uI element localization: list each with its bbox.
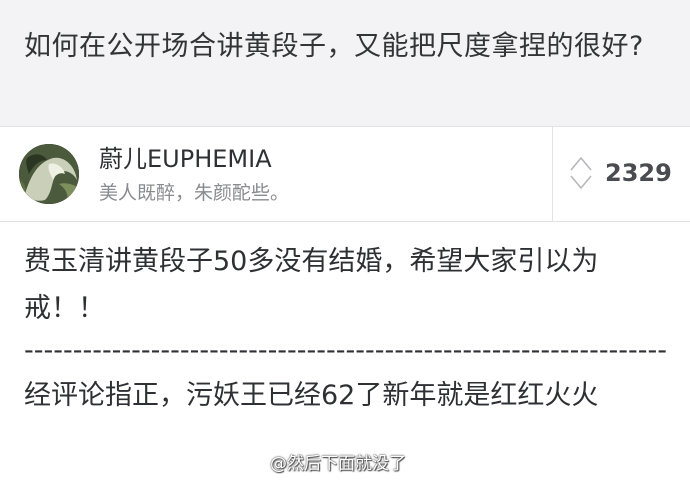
answer-paragraph-1: 费玉清讲黄段子50多没有结婚，希望大家引以为戒！！ [24, 246, 599, 324]
question-header[interactable]: 如何在公开场合讲黄段子，又能把尺度拿捏的很好? [0, 0, 690, 126]
up-down-arrow-icon [570, 157, 592, 189]
dashed-divider: ----------------------------------------… [24, 335, 666, 366]
author-avatar[interactable] [19, 144, 79, 204]
answer-author-bar: 蔚儿EUPHEMIA 美人既醉，朱颜酡些。 2329 [0, 126, 690, 222]
vote-count: 2329 [605, 159, 672, 187]
watermark-text: @然后下面就没了 [270, 454, 406, 474]
answer-content: 费玉清讲黄段子50多没有结婚，希望大家引以为戒！！ --------------… [24, 238, 674, 419]
question-title[interactable]: 如何在公开场合讲黄段子，又能把尺度拿捏的很好? [24, 28, 666, 66]
author-bio: 美人既醉，朱颜酡些。 [99, 182, 290, 204]
vote-button[interactable]: 2329 [552, 127, 690, 221]
answer-paragraph-2: 经评论指正，污妖王已经62了新年就是红红火火 [24, 380, 599, 411]
avatar-image [19, 144, 79, 204]
answer-screen: 如何在公开场合讲黄段子，又能把尺度拿捏的很好? 蔚儿EUPHEMIA 美人既醉，… [0, 0, 690, 481]
author-name[interactable]: 蔚儿EUPHEMIA [99, 144, 272, 174]
